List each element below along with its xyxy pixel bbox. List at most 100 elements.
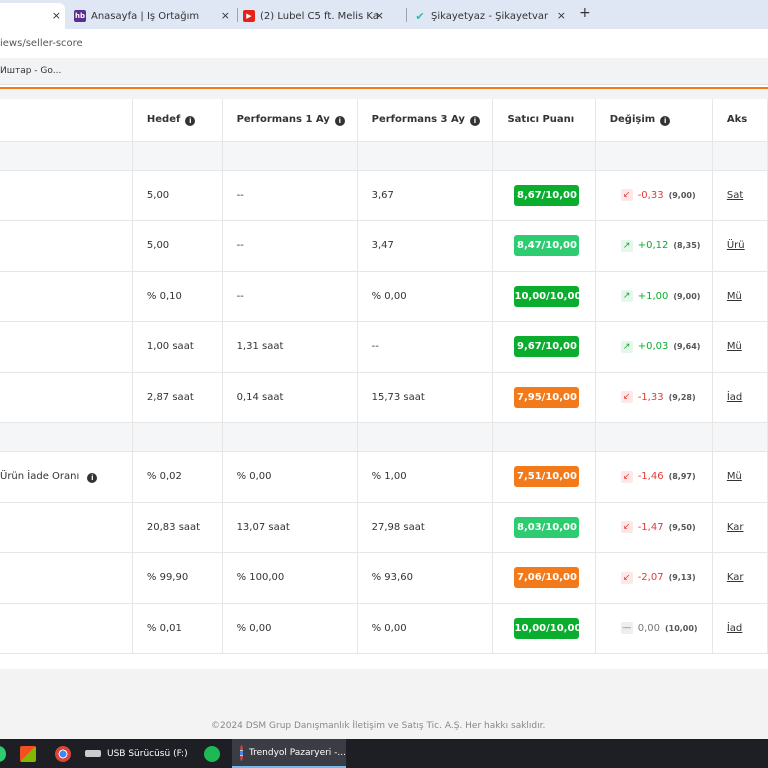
performance-1-month-cell: -- [222, 271, 358, 322]
action-cell: Sat [712, 170, 768, 221]
previous-score: (9,50) [668, 522, 696, 532]
taskbar-app[interactable] [0, 739, 6, 768]
tab-anasayfa[interactable]: hb Anasayfa | İş Ortağım × [74, 3, 234, 29]
url-text[interactable]: iews/seller-score [0, 38, 83, 49]
seller-score-cell: 7,95/10,00 [492, 372, 596, 423]
table-row: % 0,01% 0,00% 0,00 10,00/10,00—0,00 (10,00… [0, 603, 768, 654]
performance-1-month-cell: % 100,00 [222, 552, 358, 604]
seller-score-table: Hedef i Performans 1 Ay i Performans 3 Ay i… [0, 99, 768, 654]
action-link[interactable]: Mü [727, 471, 742, 482]
section-cell [222, 141, 358, 171]
change-cell: ↙ -1,33 (9,28) [595, 372, 713, 423]
trend-down-icon: ↙ [620, 470, 633, 483]
address-bar[interactable]: iews/seller-score [0, 29, 768, 58]
previous-score: (8,35) [673, 241, 701, 251]
taskbar-usb-drive[interactable]: USB Sürücüsü (F:) [85, 739, 195, 768]
score-badge: 8,67/10,00 [514, 184, 580, 206]
info-icon[interactable]: i [334, 115, 345, 126]
column-header-target: Hedef i [132, 99, 223, 142]
previous-score: (9,13) [668, 573, 696, 583]
criterion-cell [0, 603, 133, 654]
page-content: Hedef i Performans 1 Ay i Performans 3 Ay i… [0, 89, 768, 739]
close-tab-icon[interactable]: × [221, 9, 230, 22]
target-cell: 5,00 [132, 170, 223, 221]
target-cell: % 99,90 [132, 552, 223, 604]
action-link[interactable]: Mü [727, 291, 742, 302]
section-cell [712, 422, 768, 452]
change-cell: — 0,00 (10,00) [595, 603, 713, 654]
section-cell [357, 422, 494, 452]
table-row: 2,87 saat 0,14 saat 15,73 saat 7,95/10,00 ↙ -… [0, 372, 768, 423]
close-tab-icon[interactable]: × [557, 9, 566, 22]
action-cell: İad [712, 603, 768, 654]
usb-drive-icon [85, 750, 101, 757]
tab-current[interactable]: × [0, 3, 65, 29]
taskbar-store[interactable] [20, 739, 38, 768]
score-badge: 8,47/10,00 [514, 235, 580, 257]
section-cell [132, 422, 223, 452]
section-row [0, 141, 768, 171]
tab-sikayetvar[interactable]: ✔ Şikayetyaz - Şikayetvar × [414, 3, 570, 29]
performance-1-month-cell: % 0,00 [222, 451, 358, 503]
chrome-icon [240, 744, 243, 761]
info-icon[interactable]: i [660, 115, 671, 126]
criterion-label: Ürün İade Oranı [0, 470, 80, 482]
action-link[interactable]: Kar [727, 572, 744, 583]
previous-score: (8,97) [668, 472, 696, 482]
trend-up-icon: ↗ [620, 239, 633, 252]
action-link[interactable]: Kar [727, 522, 744, 533]
seller-score-panel: Hedef i Performans 1 Ay i Performans 3 Ay i… [0, 99, 768, 669]
trend-up-icon: ↗ [620, 290, 633, 303]
trend-up-icon: ↗ [620, 340, 633, 353]
section-cell [132, 141, 223, 171]
section-cell [492, 422, 596, 452]
previous-score: (9,00) [673, 291, 701, 301]
section-cell [595, 141, 713, 171]
windows-taskbar: USB Sürücüsü (F:) Trendyol Pazaryeri -..… [0, 739, 768, 768]
change-cell: ↙ -1,46 (8,97) [595, 451, 713, 503]
criterion-cell [0, 372, 133, 423]
change-indicator: ↙ -1,46 (8,97) [620, 470, 696, 483]
info-icon[interactable]: i [469, 115, 480, 126]
close-tab-icon[interactable]: × [52, 9, 61, 22]
tab-youtube[interactable]: ▶ (2) Lubel C5 ft. Melis Kar - HAD × [243, 3, 383, 29]
close-tab-icon[interactable]: × [375, 9, 383, 22]
action-link[interactable]: Mü [727, 341, 742, 352]
spotify-icon [204, 745, 220, 762]
action-link[interactable]: Ürü [727, 240, 745, 251]
action-cell: İad [712, 372, 768, 423]
section-row [0, 422, 768, 452]
change-indicator: ↙ -1,33 (9,28) [620, 391, 696, 404]
action-cell: Mü [712, 321, 768, 373]
criterion-cell: Ürün İade Oranı i [0, 451, 133, 503]
criterion-cell [0, 552, 133, 604]
taskbar-spotify[interactable] [204, 739, 222, 768]
previous-score: (9,64) [673, 342, 701, 352]
seller-score-cell: 8,47/10,00 [492, 220, 596, 272]
change-indicator: — 0,00 (10,00) [620, 622, 698, 635]
change-indicator: ↗ +0,12 (8,35) [620, 239, 701, 252]
taskbar-trendyol[interactable]: Trendyol Pazaryeri -... [232, 739, 346, 768]
target-cell: % 0,02 [132, 451, 223, 503]
performance-3-months-cell: 3,67 [357, 170, 494, 221]
info-icon[interactable]: i [185, 115, 196, 126]
column-header-performance-3-months: Performans 3 Ay i [357, 99, 494, 142]
bookmark-item[interactable]: Иштар - Go... [0, 66, 61, 76]
taskbar-chrome[interactable] [55, 739, 73, 768]
change-value: +0,03 [637, 341, 669, 353]
new-tab-button[interactable]: + [579, 5, 591, 21]
score-badge: 8,03/10,00 [514, 516, 580, 538]
trend-flat-icon: — [620, 622, 633, 635]
change-cell: ↗ +1,00 (9,00) [595, 271, 713, 322]
action-cell: Mü [712, 271, 768, 322]
previous-score: (10,00) [664, 623, 698, 633]
change-value: +1,00 [637, 290, 669, 302]
info-icon[interactable]: i [87, 472, 98, 483]
score-badge: 10,00/10,00 [514, 285, 581, 307]
action-link[interactable]: İad [727, 392, 742, 403]
section-cell [357, 141, 494, 171]
change-value: -1,47 [637, 521, 664, 533]
action-link[interactable]: İad [727, 623, 742, 634]
action-link[interactable]: Sat [727, 190, 743, 201]
section-cell [492, 141, 596, 171]
